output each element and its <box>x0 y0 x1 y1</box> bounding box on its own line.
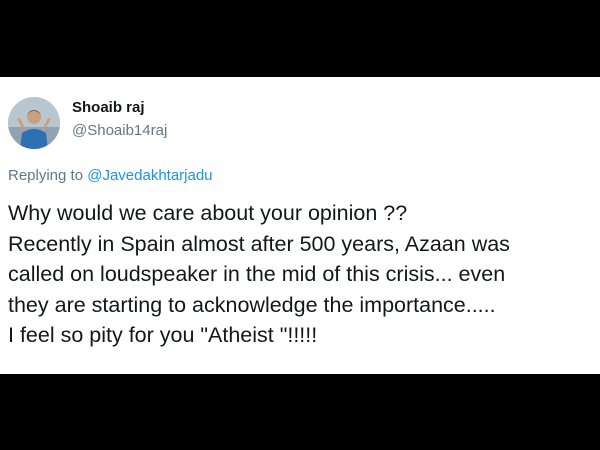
reply-context: Replying to @Javedakhtarjadu <box>8 167 213 184</box>
avatar[interactable] <box>8 97 60 149</box>
tweet-text-line: I feel so pity for you "Atheist "!!!!! <box>8 323 318 347</box>
avatar-photo <box>8 97 60 149</box>
tweet-text-line: Why would we care about your opinion ?? <box>8 201 408 225</box>
reply-target-link[interactable]: @Javedakhtarjadu <box>87 167 212 184</box>
tweet-text: Why would we care about your opinion ?? … <box>8 198 596 351</box>
reply-prefix: Replying to <box>8 167 84 184</box>
author-handle[interactable]: @Shoaib14raj <box>72 122 167 139</box>
tweet-card: Shoaib raj @Shoaib14raj Replying to @Jav… <box>0 77 600 374</box>
tweet-text-line: called on loudspeaker in the mid of this… <box>8 262 506 286</box>
tweet-text-line: they are starting to acknowledge the imp… <box>8 292 496 317</box>
tweet-text-line: Recently in Spain almost after 500 years… <box>8 231 510 256</box>
author-display-name[interactable]: Shoaib raj <box>72 99 145 116</box>
